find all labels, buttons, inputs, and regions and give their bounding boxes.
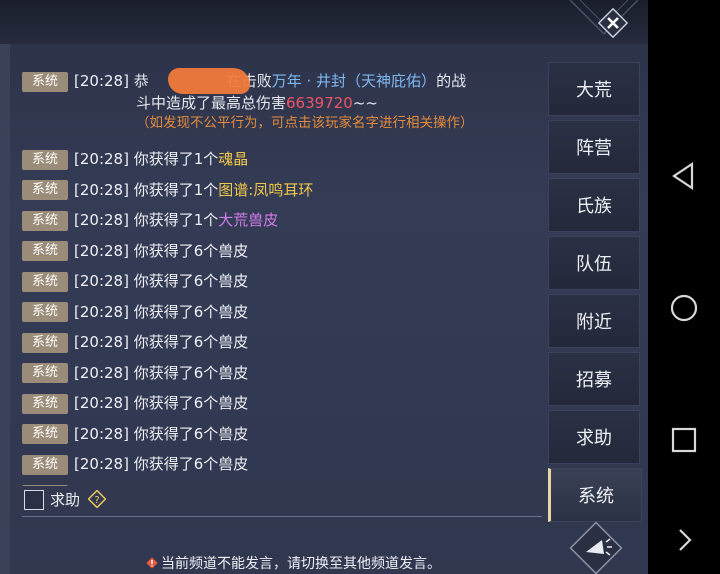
- chat-message: 系统 [20:28] 你获得了1个图谱:凤鸣耳环: [22, 175, 542, 206]
- android-nav-bar: [648, 0, 720, 574]
- item-link[interactable]: 图谱:凤鸣耳环: [218, 181, 313, 199]
- tab-channel[interactable]: 大荒: [548, 62, 640, 116]
- left-edge: [0, 44, 10, 574]
- item-link[interactable]: 大荒兽皮: [218, 211, 278, 229]
- channel-tag[interactable]: 系统: [22, 210, 68, 231]
- channel-tag[interactable]: 系统: [22, 424, 68, 444]
- chat-message: 系统[20:28] 你获得了6个兽皮: [22, 388, 542, 419]
- chat-message: 系统[20:28] 你获得了6个兽皮: [22, 266, 542, 297]
- channel-tag[interactable]: 系统: [22, 363, 68, 383]
- chat-message: 系统[20:28] 你获得了6个兽皮: [22, 327, 542, 358]
- speaker-button[interactable]: [566, 518, 626, 574]
- channel-tag[interactable]: 系统: [22, 271, 68, 292]
- channel-tag[interactable]: 系统: [22, 149, 68, 170]
- damage-value: 6639720: [286, 94, 353, 112]
- redacted-player-name: [168, 68, 250, 94]
- item-link[interactable]: 魂晶: [218, 150, 248, 168]
- help-checkbox[interactable]: [24, 490, 44, 510]
- tab-channel[interactable]: 附近: [548, 294, 640, 348]
- chat-message: 系统[20:28] 你获得了6个兽皮: [22, 449, 542, 480]
- channel-tag[interactable]: 系统: [22, 454, 68, 475]
- chat-panel: 系统[20:28] 恭在击败万年 · 井封（天神庇佑）的战 斗中造成了最高总伤害…: [0, 0, 648, 574]
- channel-tag[interactable]: 系统: [22, 180, 68, 200]
- chat-message: 系统[20:28] 你获得了6个兽皮: [22, 297, 542, 328]
- tab-channel[interactable]: 系统: [548, 468, 642, 522]
- channel-tag[interactable]: 系统: [22, 393, 68, 414]
- boss-name[interactable]: 万年 · 井封（天神庇佑）: [272, 72, 436, 90]
- tab-channel[interactable]: 招募: [548, 352, 640, 406]
- chevron-right-icon[interactable]: [664, 520, 704, 560]
- chat-message: 系统[20:28] 你获得了6个兽皮: [22, 419, 542, 450]
- home-icon[interactable]: [664, 288, 704, 328]
- channel-tag[interactable]: 系统: [22, 71, 68, 92]
- warning-icon: [146, 557, 158, 569]
- close-icon: [597, 7, 629, 39]
- question-icon[interactable]: ?: [88, 490, 106, 508]
- chat-message: 系统 [20:28] 你获得了1个大荒兽皮: [22, 205, 542, 236]
- tab-channel[interactable]: 队伍: [548, 236, 640, 290]
- tab-channel[interactable]: 阵营: [548, 120, 640, 174]
- back-icon[interactable]: [664, 156, 704, 196]
- chat-message: 系统[20:28] 你获得了6个兽皮: [22, 358, 542, 389]
- recents-icon[interactable]: [664, 420, 704, 460]
- chat-message: 系统[20:28] 你获得了6个兽皮: [22, 236, 542, 267]
- close-button[interactable]: [596, 6, 630, 40]
- chat-input-bar: 求助 ?: [22, 486, 542, 517]
- channel-tag[interactable]: 系统: [22, 332, 68, 353]
- channel-tag[interactable]: 系统: [22, 302, 68, 322]
- chat-message: 系统 [20:28] 你获得了1个魂晶: [22, 144, 542, 175]
- chat-message-damage: 系统[20:28] 恭在击败万年 · 井封（天神庇佑）的战 斗中造成了最高总伤害…: [22, 66, 542, 144]
- top-bar: [0, 0, 648, 44]
- chat-log[interactable]: 系统[20:28] 恭在击败万年 · 井封（天神庇佑）的战 斗中造成了最高总伤害…: [22, 66, 542, 486]
- tab-channel[interactable]: 氏族: [548, 178, 640, 232]
- channel-notice: 当前频道不能发言，请切换至其他频道发言。: [146, 553, 441, 573]
- channel-tag[interactable]: 系统: [22, 241, 68, 261]
- svg-text:?: ?: [94, 495, 99, 506]
- report-hint: （如发现不公平行为，可点击该玩家名字进行相关操作）: [136, 115, 474, 131]
- help-label: 求助: [50, 491, 81, 509]
- tab-channel[interactable]: 求助: [548, 410, 640, 464]
